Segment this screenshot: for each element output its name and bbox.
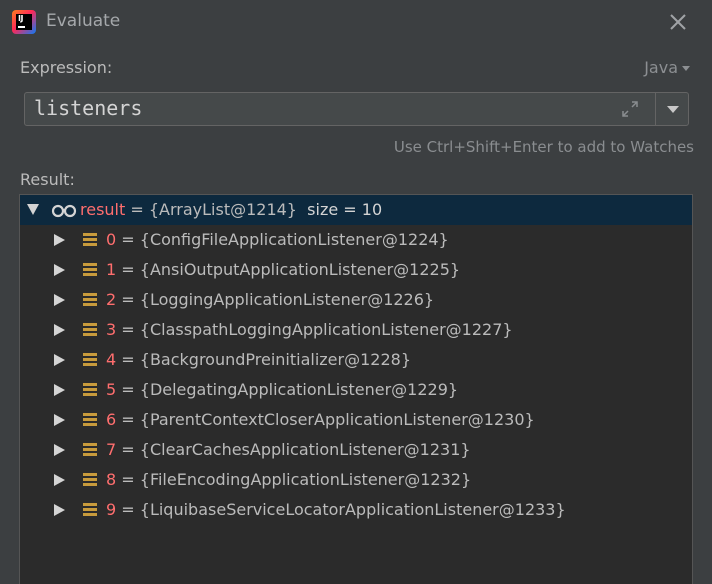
history-dropdown-button[interactable] [656, 93, 689, 125]
root-eq: = [125, 200, 149, 219]
item-index: 1 [106, 260, 117, 279]
item-index: 8 [106, 470, 117, 489]
item-eq: = [116, 500, 140, 519]
field-icon [83, 293, 97, 307]
root-size: size = 10 [307, 200, 383, 219]
chevron-down-icon [682, 66, 690, 71]
window-title: Evaluate [46, 11, 121, 31]
item-index: 2 [106, 290, 117, 309]
item-index: 0 [106, 230, 117, 249]
field-icon [83, 383, 97, 397]
tree-row-text: 3 = {ClasspathLoggingApplicationListener… [106, 320, 513, 339]
field-icon [83, 503, 97, 517]
item-value: {LoggingApplicationListener@1226} [139, 290, 435, 309]
tree-row[interactable]: 2 = {LoggingApplicationListener@1226} [20, 285, 692, 315]
tree-row-text: 5 = {DelegatingApplicationListener@1229} [106, 380, 458, 399]
expand-arrow-icon[interactable] [54, 324, 65, 336]
expand-arrow-icon[interactable] [54, 264, 65, 276]
language-label: Java [644, 58, 678, 77]
field-icon [83, 233, 97, 247]
item-eq: = [116, 350, 140, 369]
item-index: 4 [106, 350, 117, 369]
item-eq: = [116, 320, 140, 339]
tree-root-row[interactable]: result = {ArrayList@1214} size = 10 [20, 195, 692, 225]
close-icon[interactable] [666, 10, 690, 34]
item-value: {ParentContextCloserApplicationListener@… [139, 410, 535, 429]
field-icon [83, 413, 97, 427]
tree-row-text: 6 = {ParentContextCloserApplicationListe… [106, 410, 535, 429]
intellij-app-icon: IJ [12, 10, 36, 34]
tree-row[interactable]: 6 = {ParentContextCloserApplicationListe… [20, 405, 692, 435]
tree-root-text: result = {ArrayList@1214} size = 10 [80, 200, 382, 219]
item-value: {BackgroundPreinitializer@1228} [139, 350, 411, 369]
expand-arrow-icon[interactable] [54, 384, 65, 396]
expand-arrow-icon[interactable] [54, 414, 65, 426]
expression-input[interactable]: listeners [34, 96, 142, 120]
item-value: {FileEncodingApplicationListener@1232} [139, 470, 472, 489]
title-bar: IJ Evaluate [0, 0, 712, 44]
tree-row[interactable]: 4 = {BackgroundPreinitializer@1228} [20, 345, 692, 375]
language-selector[interactable]: Java [644, 58, 690, 77]
tree-row-text: 2 = {LoggingApplicationListener@1226} [106, 290, 434, 309]
item-eq: = [116, 260, 140, 279]
result-label: Result: [20, 170, 75, 189]
watches-hint: Use Ctrl+Shift+Enter to add to Watches [393, 138, 694, 156]
root-name: result [80, 200, 126, 219]
expression-field[interactable]: listeners [24, 92, 689, 126]
expand-arrow-icon[interactable] [54, 234, 65, 246]
root-value: {ArrayList@1214} [148, 200, 297, 219]
item-eq: = [116, 470, 140, 489]
item-index: 7 [106, 440, 117, 459]
tree-row-text: 0 = {ConfigFileApplicationListener@1224} [106, 230, 449, 249]
field-icon [83, 443, 97, 457]
collapse-arrow-icon[interactable] [27, 204, 39, 215]
expand-arrow-icon[interactable] [54, 474, 65, 486]
expand-arrow-icon[interactable] [54, 294, 65, 306]
expand-arrow-icon[interactable] [54, 504, 65, 516]
field-icon [83, 323, 97, 337]
item-index: 9 [106, 500, 117, 519]
tree-row-text: 1 = {AnsiOutputApplicationListener@1225} [106, 260, 460, 279]
item-value: {ClearCachesApplicationListener@1231} [139, 440, 471, 459]
tree-row[interactable]: 7 = {ClearCachesApplicationListener@1231… [20, 435, 692, 465]
field-icon [83, 353, 97, 367]
expand-icon[interactable] [621, 100, 639, 118]
item-value: {LiquibaseServiceLocatorApplicationListe… [139, 500, 566, 519]
field-icon [83, 473, 97, 487]
tree-row[interactable]: 5 = {DelegatingApplicationListener@1229} [20, 375, 692, 405]
expand-arrow-icon[interactable] [54, 444, 65, 456]
field-icon [83, 263, 97, 277]
tree-row[interactable]: 9 = {LiquibaseServiceLocatorApplicationL… [20, 495, 692, 525]
item-index: 3 [106, 320, 117, 339]
item-eq: = [116, 410, 140, 429]
expression-label: Expression: [20, 58, 113, 77]
watch-glasses-icon [51, 203, 77, 218]
item-eq: = [116, 440, 140, 459]
tree-row-text: 8 = {FileEncodingApplicationListener@123… [106, 470, 471, 489]
tree-row[interactable]: 1 = {AnsiOutputApplicationListener@1225} [20, 255, 692, 285]
item-eq: = [116, 290, 140, 309]
item-value: {ConfigFileApplicationListener@1224} [139, 230, 449, 249]
item-value: {DelegatingApplicationListener@1229} [139, 380, 459, 399]
expand-arrow-icon[interactable] [54, 354, 65, 366]
result-tree[interactable]: result = {ArrayList@1214} size = 10 0 = … [19, 194, 693, 584]
tree-row-text: 7 = {ClearCachesApplicationListener@1231… [106, 440, 471, 459]
tree-row[interactable]: 0 = {ConfigFileApplicationListener@1224} [20, 225, 692, 255]
item-eq: = [116, 230, 140, 249]
tree-row-text: 9 = {LiquibaseServiceLocatorApplicationL… [106, 500, 566, 519]
item-value: {AnsiOutputApplicationListener@1225} [139, 260, 461, 279]
chevron-down-icon [666, 105, 679, 113]
tree-row-text: 4 = {BackgroundPreinitializer@1228} [106, 350, 411, 369]
tree-row[interactable]: 8 = {FileEncodingApplicationListener@123… [20, 465, 692, 495]
item-index: 5 [106, 380, 117, 399]
tree-row[interactable]: 3 = {ClasspathLoggingApplicationListener… [20, 315, 692, 345]
item-eq: = [116, 380, 140, 399]
item-index: 6 [106, 410, 117, 429]
item-value: {ClasspathLoggingApplicationListener@122… [139, 320, 513, 339]
